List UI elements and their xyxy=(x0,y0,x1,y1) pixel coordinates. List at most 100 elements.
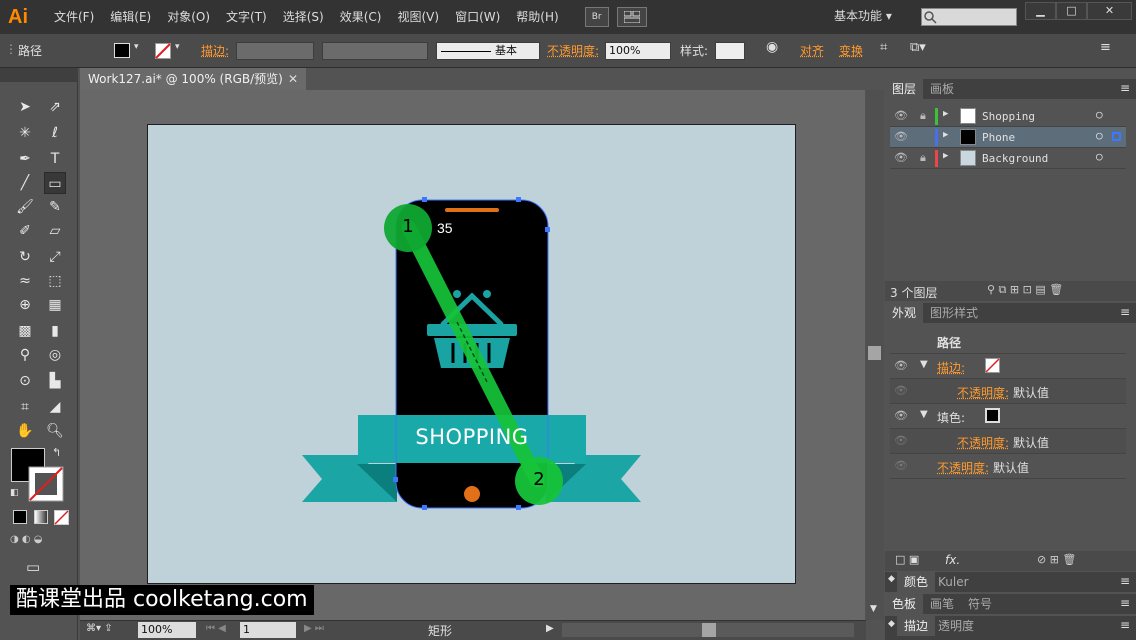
status-menu-icon[interactable]: ▶ xyxy=(546,623,554,634)
tab-brushes[interactable]: 画笔 xyxy=(923,594,961,614)
variable-width-profile[interactable] xyxy=(322,42,428,60)
menu-effect[interactable]: 效果(C) xyxy=(332,0,390,34)
close-button[interactable]: ✕ xyxy=(1087,2,1132,20)
target-circle-icon[interactable]: ○ xyxy=(1096,129,1103,142)
expand-triangle-icon[interactable]: ▼ xyxy=(920,359,928,370)
expand-triangle-icon[interactable]: ▶ xyxy=(943,109,948,119)
rotate-tool-icon[interactable]: ↻ xyxy=(14,246,36,268)
eye-icon[interactable]: 👁︎ xyxy=(894,384,910,400)
magic-wand-tool-icon[interactable]: ✳ xyxy=(14,122,36,144)
gradient-tool-icon[interactable]: ▮ xyxy=(44,320,66,342)
status-icons[interactable]: ⌘▾ ⇪ xyxy=(86,623,113,634)
eye-icon[interactable]: 👁︎ xyxy=(894,434,910,450)
layer-row[interactable]: 👁︎ ▶ Phone ○ xyxy=(890,127,1126,148)
stroke-row[interactable]: 👁︎ ▼ 描边: xyxy=(890,354,1126,379)
arrange-documents-button[interactable] xyxy=(616,7,647,27)
direct-selection-tool-icon[interactable]: ⇗ xyxy=(44,96,66,118)
panel-menu-icon[interactable]: ≡ xyxy=(1120,81,1130,95)
eye-icon[interactable]: 👁︎ xyxy=(894,109,910,125)
align-link[interactable]: 对齐 xyxy=(800,42,824,59)
graphic-style-dropdown[interactable] xyxy=(715,42,745,60)
none-mode-button[interactable] xyxy=(54,510,69,525)
stroke-color-dropdown[interactable]: ▾ xyxy=(153,42,187,60)
tab-graphic-styles[interactable]: 图形样式 xyxy=(923,303,985,323)
lasso-tool-icon[interactable]: ℓ xyxy=(44,122,66,144)
target-circle-icon[interactable]: ○ xyxy=(1096,150,1103,163)
brush-definition-dropdown[interactable]: 基本 xyxy=(436,42,540,60)
transform-link[interactable]: 变换 xyxy=(839,42,863,59)
opacity-field[interactable]: 100% xyxy=(605,42,671,60)
layer-name[interactable]: Background xyxy=(982,152,1048,165)
tab-swatches[interactable]: 色板 xyxy=(885,594,924,614)
stroke-label[interactable]: 描边: xyxy=(201,42,229,59)
eye-icon[interactable]: 👁︎ xyxy=(894,151,910,167)
menu-select[interactable]: 选择(S) xyxy=(275,0,332,34)
lock-icon[interactable]: 🔒︎ xyxy=(920,151,926,165)
swap-fill-stroke-icon[interactable]: ↰ xyxy=(52,446,61,459)
menu-edit[interactable]: 编辑(E) xyxy=(102,0,159,34)
width-tool-icon[interactable]: ≈ xyxy=(14,270,36,292)
document-tab[interactable]: Work127.ai* @ 100% (RGB/预览) ✕ xyxy=(80,68,306,90)
expand-triangle-icon[interactable]: ▶ xyxy=(943,130,948,140)
gradient-mode-button[interactable] xyxy=(34,510,48,524)
vertical-scrollbar[interactable]: ▼ xyxy=(866,90,884,620)
workspace-switcher[interactable]: 基本功能 ▾ xyxy=(834,7,892,24)
drawing-mode-buttons[interactable]: ◑ ◐ ◒ xyxy=(10,534,70,550)
minimize-button[interactable]: ▁ xyxy=(1025,2,1056,20)
artboard-number-field[interactable]: 1 xyxy=(240,622,296,638)
layers-footer-icons[interactable]: ⚲ ⧉ ⊞ ⊡ ▤ 🗑︎ xyxy=(987,283,1063,297)
zoom-tool-icon[interactable]: 🔍︎ xyxy=(44,420,66,442)
horizontal-scrollbar[interactable] xyxy=(562,623,854,637)
lock-icon[interactable]: 🔒︎ xyxy=(920,109,926,123)
expand-triangle-icon[interactable]: ▶ xyxy=(943,151,948,161)
shape-builder-tool-icon[interactable]: ⊕ xyxy=(14,294,36,316)
fill-row[interactable]: 👁︎ ▼ 填色: xyxy=(890,404,1126,429)
tab-stroke[interactable]: 描边 xyxy=(897,616,936,636)
collapse-icon[interactable]: ◆ xyxy=(888,619,895,629)
eraser-tool-icon[interactable]: ▱ xyxy=(44,220,66,242)
eye-icon[interactable]: 👁︎ xyxy=(894,359,910,375)
stroke-opacity-label[interactable]: 不透明度: xyxy=(957,384,1009,401)
stroke-opacity-row[interactable]: 👁︎ 不透明度: 默认值 xyxy=(890,379,1126,404)
menu-type[interactable]: 文字(T) xyxy=(218,0,275,34)
artwork[interactable] xyxy=(147,124,797,585)
layer-row[interactable]: 👁︎ 🔒︎ ▶ Shopping ○ xyxy=(890,106,1126,127)
tab-appearance[interactable]: 外观 xyxy=(885,303,924,323)
fill-opacity-row[interactable]: 👁︎ 不透明度: 默认值 xyxy=(890,429,1126,454)
scroll-down-icon[interactable]: ▼ xyxy=(870,604,877,614)
close-tab-icon[interactable]: ✕ xyxy=(288,68,298,90)
selection-tool-icon[interactable]: ➤ xyxy=(14,96,36,118)
paintbrush-tool-icon[interactable]: 🖌 xyxy=(14,196,36,218)
fill-color-dropdown[interactable]: ▾ xyxy=(112,42,146,60)
add-stroke-icon[interactable]: □ ▣ xyxy=(895,553,919,566)
panel-menu-icon[interactable]: ≡ xyxy=(1120,618,1130,632)
layer-name[interactable]: Shopping xyxy=(982,110,1035,123)
default-colors-icon[interactable]: ◧ xyxy=(10,488,19,498)
eye-icon[interactable]: 👁︎ xyxy=(894,130,910,146)
horizontal-scroll-thumb[interactable] xyxy=(702,623,716,637)
free-transform-tool-icon[interactable]: ⬚ xyxy=(44,270,66,292)
line-tool-icon[interactable]: ╱ xyxy=(14,172,36,194)
tab-transparency[interactable]: 透明度 xyxy=(931,616,981,636)
fill-swatch[interactable] xyxy=(985,408,1000,423)
stroke-attr-label[interactable]: 描边: xyxy=(937,359,965,376)
eye-icon[interactable]: 👁︎ xyxy=(894,409,910,425)
symbol-sprayer-tool-icon[interactable]: ⊙ xyxy=(14,370,36,392)
prev-artboard-icons[interactable]: ⏮ ◀ xyxy=(206,623,226,634)
perspective-grid-tool-icon[interactable]: ▦ xyxy=(44,294,66,316)
scale-tool-icon[interactable]: ⤢ xyxy=(44,246,66,268)
tab-layers[interactable]: 图层 xyxy=(885,79,924,99)
tab-symbols[interactable]: 符号 xyxy=(961,594,999,614)
menu-view[interactable]: 视图(V) xyxy=(389,0,447,34)
collapse-icon[interactable]: ◆ xyxy=(888,574,895,584)
panel-menu-icon[interactable]: ≡ xyxy=(1100,40,1111,55)
type-tool-icon[interactable]: T xyxy=(44,148,66,170)
next-artboard-icons[interactable]: ▶ ⏭ xyxy=(304,623,324,634)
slice-tool-icon[interactable]: ◢ xyxy=(44,396,66,418)
object-opacity-label[interactable]: 不透明度: xyxy=(937,459,989,476)
menu-window[interactable]: 窗口(W) xyxy=(447,0,508,34)
screen-mode-icon[interactable]: ▭ xyxy=(26,558,40,576)
pen-tool-icon[interactable]: ✒ xyxy=(14,148,36,170)
opacity-label[interactable]: 不透明度: xyxy=(547,42,599,59)
eye-icon[interactable]: 👁︎ xyxy=(894,459,910,475)
